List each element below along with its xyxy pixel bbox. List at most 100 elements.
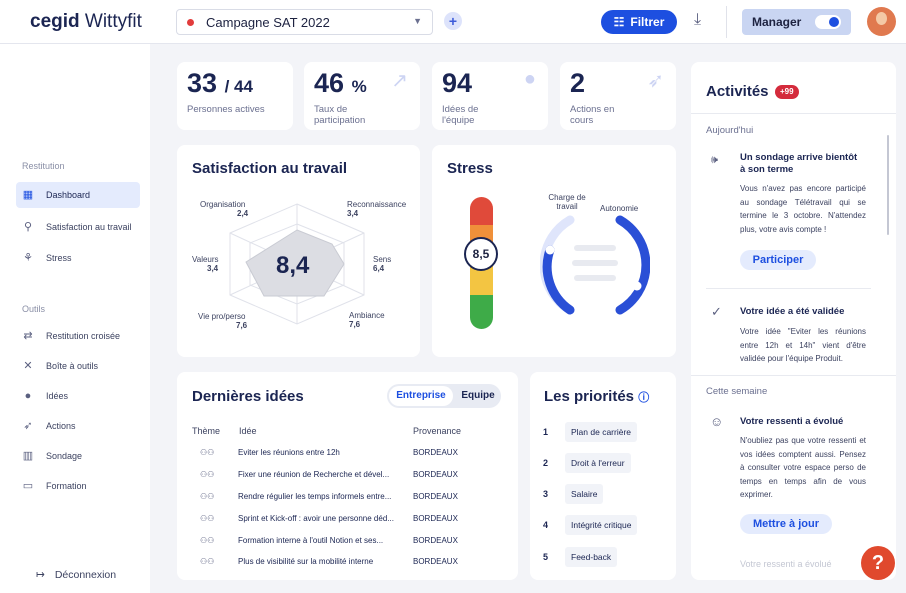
section-outils: Outils xyxy=(22,304,46,314)
priority-item[interactable]: 5 Feed-back xyxy=(543,547,618,567)
stress-title: Stress xyxy=(447,160,493,177)
sidebar xyxy=(0,44,150,593)
ideas-title: Dernières idées xyxy=(192,388,304,405)
participate-button[interactable]: Participer xyxy=(740,250,816,270)
table-row[interactable]: ⚇⚇ Eviter les réunions entre 12h BORDEAU… xyxy=(192,443,508,463)
section-this-week: Cette semaine xyxy=(706,386,768,397)
priority-item[interactable]: 4 Intégrité critique xyxy=(543,515,638,535)
download-icon[interactable]: ⤓ xyxy=(694,11,701,29)
add-campaign-button[interactable]: + xyxy=(444,12,462,30)
kpi-label: Taux de participation xyxy=(314,104,366,126)
radar-label-organisation: Organisation 2,4 xyxy=(200,200,249,218)
section-today: Aujourd'hui xyxy=(706,125,754,136)
status-dot-icon xyxy=(187,18,194,26)
kpi-suffix: / 44 xyxy=(224,77,253,96)
campaign-select[interactable]: Campagne SAT 2022 ▼ xyxy=(176,9,433,35)
priority-item[interactable]: 3 Salaire xyxy=(543,484,604,504)
idea-text: Formation interne à l'outil Notion et se… xyxy=(238,536,384,545)
stress-icon: ⚘ xyxy=(23,252,33,264)
kpi-label: Personnes actives xyxy=(187,104,265,115)
arrows-icon: ⇄ xyxy=(23,330,33,342)
tab-equipe[interactable]: Equipe xyxy=(459,386,497,406)
help-button[interactable]: ? xyxy=(861,546,895,580)
sidebar-item-idees[interactable]: ● Idées xyxy=(16,383,140,409)
team-icon: ⚇⚇ xyxy=(200,448,215,457)
activities-title: Activités xyxy=(706,83,769,100)
table-row[interactable]: ⚇⚇ Formation interne à l'outil Notion et… xyxy=(192,531,508,551)
idea-source: BORDEAUX xyxy=(413,448,458,457)
team-icon: ⚇⚇ xyxy=(200,492,215,501)
sidebar-item-stress[interactable]: ⚘ Stress xyxy=(16,245,140,271)
kpi-value: 33 xyxy=(187,68,218,98)
activities-panel xyxy=(691,62,896,580)
idea-text: Eviter les réunions entre 12h xyxy=(238,448,340,457)
activity-title: Un sondage arrive bientôt à son terme xyxy=(740,152,858,175)
kpi-label: Actions en cours xyxy=(570,104,615,126)
sidebar-item-actions[interactable]: ➶ Actions xyxy=(16,413,140,439)
activity-text: Vous n'avez pas encore participé au sond… xyxy=(740,184,866,234)
kpi-card-ideas: 94 Idées de l'équipe ● xyxy=(432,62,548,130)
kpi-value: 94 xyxy=(442,68,473,98)
idea-source: BORDEAUX xyxy=(413,557,458,566)
update-button[interactable]: Mettre à jour xyxy=(740,514,832,534)
table-row[interactable]: ⚇⚇ Sprint et Kick-off : avoir une person… xyxy=(192,509,508,529)
dashboard-icon: ▦ xyxy=(22,189,34,201)
manager-toggle[interactable]: Manager xyxy=(742,9,851,35)
logout-icon: ↦ xyxy=(36,569,45,581)
rocket-icon: ➶ xyxy=(647,70,664,92)
avatar[interactable] xyxy=(867,7,896,36)
table-row[interactable]: ⚇⚇ Plus de visibilité sur la mobilité in… xyxy=(192,552,508,572)
toggle-switch[interactable] xyxy=(815,15,841,29)
logo[interactable]: cegid Wittyfit xyxy=(30,11,142,33)
stress-value: 8,5 xyxy=(464,237,498,271)
check-icon: ✓ xyxy=(711,304,722,319)
col-source: Provenance xyxy=(413,426,462,436)
tab-entreprise[interactable]: Entreprise xyxy=(389,386,453,406)
sidebar-item-sondage[interactable]: ▥ Sondage xyxy=(16,443,140,469)
priority-item[interactable]: 2 Droit à l'erreur xyxy=(543,453,631,473)
table-row[interactable]: ⚇⚇ Rendre régulier les temps informels e… xyxy=(192,487,508,507)
help-circle-icon[interactable]: ⓘ xyxy=(638,392,649,404)
kpi-card-actions: 2 Actions en cours ➶ xyxy=(560,62,676,130)
book-icon: ▭ xyxy=(22,480,34,492)
speaker-icon: 🕪 xyxy=(711,154,718,166)
campaign-label: Campagne SAT 2022 xyxy=(206,14,330,30)
bulb-icon: ● xyxy=(523,68,536,90)
autonomie-label: Autonomie xyxy=(600,204,639,213)
activity-text: N'oubliez pas que votre ressenti et vos … xyxy=(740,436,866,499)
kpi-card-active: 33 / 44 Personnes actives xyxy=(177,62,293,130)
idea-text: Sprint et Kick-off : avoir une personne … xyxy=(238,514,394,523)
logout-button[interactable]: ↦ Déconnexion xyxy=(36,569,116,581)
priorities-title: Les priorités ⓘ xyxy=(544,388,650,405)
tools-icon: ✕ xyxy=(23,360,33,372)
chart-icon: ▥ xyxy=(22,450,34,462)
divider xyxy=(726,6,727,38)
activities-badge: +99 xyxy=(775,85,799,99)
team-icon: ⚇⚇ xyxy=(200,470,215,479)
idea-source: BORDEAUX xyxy=(413,470,458,479)
col-theme: Thème xyxy=(192,426,221,436)
kpi-value: 46 xyxy=(314,68,345,98)
kpi-card-participation: 46 % Taux de participation ↗ xyxy=(304,62,420,130)
charge-label: Charge de travail xyxy=(548,193,586,211)
section-restitution: Restitution xyxy=(22,161,65,171)
activity-title-faded: Votre ressenti a évolué xyxy=(740,559,832,569)
sidebar-item-boite-outils[interactable]: ✕ Boîte à outils xyxy=(16,353,140,379)
sidebar-item-satisfaction[interactable]: ⚲ Satisfaction au travail xyxy=(16,214,140,240)
filter-button[interactable]: ☷ Filtrer xyxy=(601,10,677,34)
scrollbar[interactable] xyxy=(887,135,889,235)
divider xyxy=(691,113,896,114)
ideas-scope-toggle[interactable]: Entreprise Equipe xyxy=(387,384,501,408)
table-row[interactable]: ⚇⚇ Fixer une réunion de Recherche et dév… xyxy=(192,465,508,485)
sidebar-item-dashboard[interactable]: ▦ Dashboard xyxy=(16,182,140,208)
activity-title: Votre ressenti a évolué xyxy=(740,416,844,427)
radar-label-valeurs: Valeurs 3,4 xyxy=(192,255,219,273)
divider xyxy=(706,288,871,289)
rocket-icon: ➶ xyxy=(23,420,33,432)
bulb-icon: ● xyxy=(24,390,32,402)
sidebar-item-formation[interactable]: ▭ Formation xyxy=(16,473,140,499)
idea-text: Fixer une réunion de Recherche et dével.… xyxy=(238,470,390,479)
priority-item[interactable]: 1 Plan de carrière xyxy=(543,422,638,442)
radar-label-ambiance: Ambiance 7,6 xyxy=(349,311,385,329)
sidebar-item-restitution-croisee[interactable]: ⇄ Restitution croisée xyxy=(16,323,140,349)
